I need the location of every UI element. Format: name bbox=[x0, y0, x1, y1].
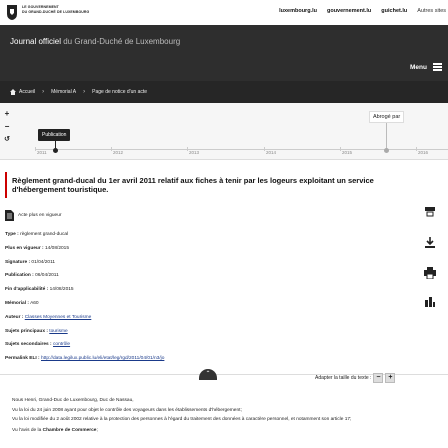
timeline-year: 2015 bbox=[342, 150, 353, 155]
act-body: Nous Henri, Grand-Duc de Luxembourg, Duc… bbox=[12, 396, 412, 436]
body-preamble: Nous Henri, Grand-Duc de Luxembourg, Duc… bbox=[12, 398, 134, 403]
gov-logo-line-2: DU GRAND-DUCHÉ DE LUXEMBOURG bbox=[22, 9, 90, 14]
text-size-increase-button[interactable]: + bbox=[385, 373, 396, 383]
sujet-secondaire-link[interactable]: contrôle bbox=[53, 342, 70, 347]
lion-emblem-icon bbox=[7, 5, 17, 20]
document-icon bbox=[5, 210, 14, 221]
share-icon[interactable] bbox=[424, 296, 436, 308]
menu-button[interactable]: Menu bbox=[410, 63, 442, 71]
site-title-main: Journal officiel bbox=[10, 37, 61, 46]
timeline-reset-button[interactable]: ↺ bbox=[2, 135, 12, 145]
meta-sujets-secondaires: Sujets secondaires : contrôle bbox=[5, 342, 71, 348]
timeline-year: 2011 bbox=[37, 150, 47, 155]
meta-sujets-principaux: Sujets principaux : tourisme bbox=[5, 328, 68, 334]
act-notice: Règlement grand-ducal du 1er avril 2011 … bbox=[5, 172, 410, 366]
act-status-text: Acte plus en vigueur bbox=[18, 213, 62, 218]
timeline-publication-marker[interactable] bbox=[53, 148, 58, 153]
meta-signature: Signature : 01/04/2011 bbox=[5, 259, 56, 265]
top-bar: LE GOUVERNEMENT DU GRAND-DUCHÉ DE LUXEMB… bbox=[0, 0, 448, 25]
timeline-zoom-out-button[interactable]: − bbox=[2, 122, 12, 132]
home-icon bbox=[10, 89, 16, 95]
site-title-rest: du Grand-Duché de Luxembourg bbox=[61, 37, 181, 46]
permalink-eli-link[interactable]: http://data.legilux.public.lu/eli/etat/l… bbox=[41, 356, 164, 361]
breadcrumb-current: Page de notice d'un acte bbox=[92, 89, 148, 95]
text-size-control: Adapter la taille du texte : − + bbox=[315, 373, 396, 383]
act-status: Acte plus en vigueur bbox=[5, 210, 410, 221]
timeline-year: 2014 bbox=[266, 150, 277, 155]
timeline-year: 2012 bbox=[113, 150, 124, 155]
timeline-abroge-label[interactable]: Abrogé par bbox=[369, 111, 405, 123]
timeline-year: 2016 bbox=[418, 150, 429, 155]
government-logo[interactable]: LE GOUVERNEMENT DU GRAND-DUCHÉ DE LUXEMB… bbox=[5, 3, 89, 21]
timeline-abroge-marker[interactable] bbox=[384, 148, 389, 153]
link-gouvernement-lu[interactable]: gouvernement.lu bbox=[327, 8, 371, 14]
top-links: luxembourg.lu gouvernement.lu guichet.lu… bbox=[279, 8, 446, 14]
breadcrumb-home[interactable]: Accueil bbox=[19, 89, 35, 95]
breadcrumb: Accueil › Mémorial A › Page de notice d'… bbox=[0, 81, 448, 103]
breadcrumb-separator-icon: › bbox=[83, 89, 86, 95]
site-banner: Journal officiel du Grand-Duché de Luxem… bbox=[0, 25, 448, 81]
meta-type: Type : règlement grand-ducal bbox=[5, 232, 69, 237]
compare-icon[interactable] bbox=[424, 205, 436, 217]
text-size-label: Adapter la taille du texte : bbox=[315, 375, 372, 381]
meta-auteur: Auteur : Classes Moyennes et Tourisme bbox=[5, 314, 92, 320]
sujet-principal-link[interactable]: tourisme bbox=[49, 329, 67, 334]
breadcrumb-memorial-a[interactable]: Mémorial A bbox=[51, 89, 76, 95]
timeline[interactable]: + − ↺ 2011 2012 2013 2014 2015 2016 Publ… bbox=[0, 103, 448, 160]
menu-label: Menu bbox=[410, 63, 427, 71]
link-guichet-lu[interactable]: guichet.lu bbox=[381, 8, 407, 14]
meta-permalink: Permalink ELI : http://data.legilux.publ… bbox=[5, 356, 165, 362]
text-size-decrease-button[interactable]: − bbox=[373, 373, 384, 383]
meta-plus-en-vigueur: Plus en vigueur : 14/08/2015 bbox=[5, 245, 69, 251]
meta-memorial: Mémorial : A60 bbox=[5, 300, 39, 306]
auteur-link[interactable]: Classes Moyennes et Tourisme bbox=[25, 315, 92, 320]
link-luxembourg-lu[interactable]: luxembourg.lu bbox=[279, 8, 317, 14]
timeline-year: 2013 bbox=[189, 150, 200, 155]
collapse-chevron-icon[interactable]: ⌃ bbox=[199, 369, 217, 380]
meta-publication: Publication : 06/04/2011 bbox=[5, 273, 59, 279]
print-icon[interactable] bbox=[424, 267, 436, 279]
site-title[interactable]: Journal officiel du Grand-Duché de Luxem… bbox=[10, 37, 180, 46]
body-vu-2: Vu la loi modifiée du 2 août 2002 relati… bbox=[12, 417, 352, 422]
act-metadata: Type : règlement grand-ducal Plus en vig… bbox=[5, 228, 410, 366]
timeline-zoom-in-button[interactable]: + bbox=[2, 109, 12, 119]
hamburger-icon bbox=[433, 63, 442, 71]
breadcrumb-separator-icon: › bbox=[42, 89, 45, 95]
link-other-sites[interactable]: Autres sites bbox=[417, 8, 446, 14]
meta-fin-applicabilite: Fin d'applicabilité : 14/08/2015 bbox=[5, 287, 74, 293]
download-icon[interactable] bbox=[424, 237, 436, 249]
body-vu-3: Vu l'avis de la Chambre de Commerce; bbox=[12, 428, 98, 433]
act-title: Règlement grand-ducal du 1er avril 2011 … bbox=[5, 172, 410, 198]
body-vu-1: Vu la loi du 24 juin 2008 ayant pour obj… bbox=[12, 408, 242, 413]
